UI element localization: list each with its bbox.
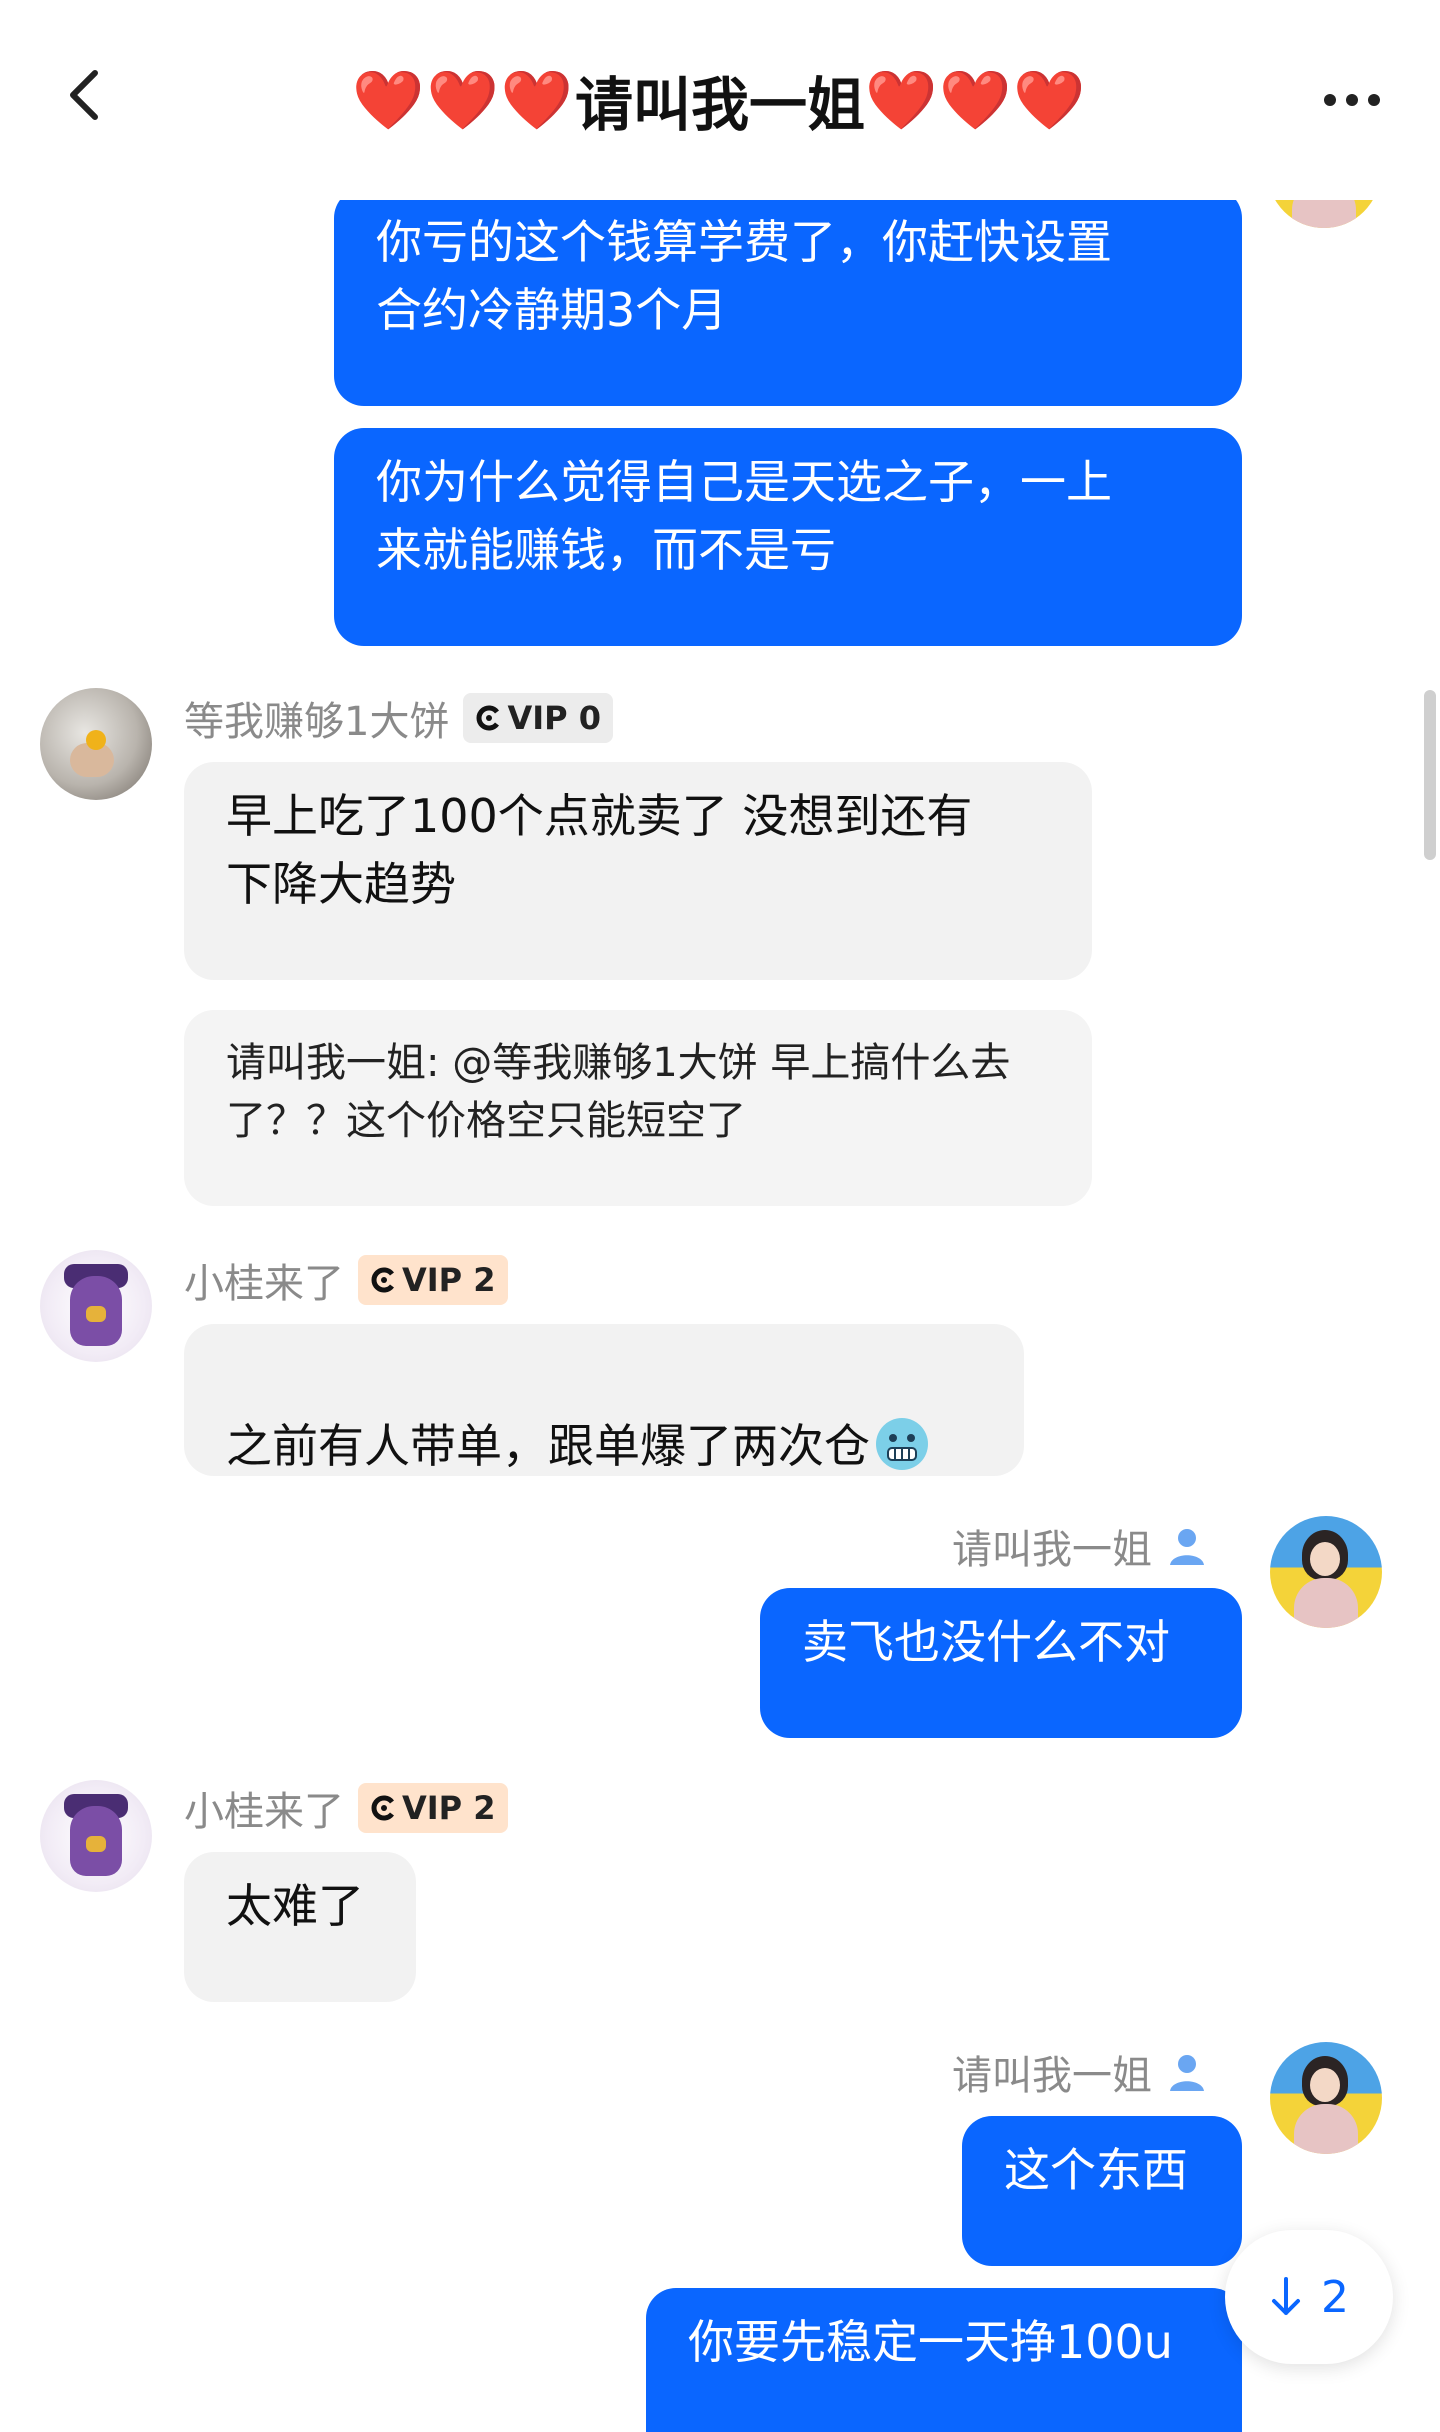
avatar-body: [1294, 2104, 1358, 2154]
title-name: 请叫我一姐: [574, 71, 865, 139]
message-bubble-incoming[interactable]: 早上吃了100个点就卖了 没想到还有 下降大趋势: [184, 762, 1092, 980]
avatar[interactable]: [1270, 1516, 1382, 1628]
avatar-gold: [86, 1836, 106, 1852]
avatar-body: [1294, 1578, 1358, 1628]
vip-badge[interactable]: VIP 2: [358, 1783, 508, 1833]
new-message-count: 2: [1321, 2271, 1349, 2323]
scrollbar-thumb[interactable]: [1424, 690, 1436, 860]
sender-name[interactable]: 请叫我一姐: [952, 1517, 1152, 1575]
sender-name[interactable]: 请叫我一姐: [952, 2043, 1152, 2101]
quoted-reply-bubble[interactable]: 请叫我一姐: @等我赚够1大饼 早上搞什么去 了？？这个价格空只能短空了: [184, 1010, 1092, 1206]
vip-icon: [370, 1266, 398, 1294]
user-icon: [1166, 1525, 1208, 1567]
avatar-gold: [86, 1306, 106, 1322]
more-dot: [1368, 94, 1380, 106]
chat-header: ❤️❤️❤️ 请叫我一姐 ❤️❤️❤️: [0, 0, 1440, 200]
message-text: 之前有人带单，跟单爆了两次仓: [226, 1419, 870, 1473]
avatar[interactable]: [40, 1250, 152, 1362]
vip-label: VIP 0: [507, 699, 601, 737]
title-hearts-left: ❤️❤️❤️: [352, 65, 575, 134]
jump-to-new-messages-button[interactable]: 2: [1225, 2230, 1393, 2364]
message-bubble-outgoing[interactable]: 你为什么觉得自己是天选之子，一上 来就能赚钱，而不是亏: [334, 428, 1242, 646]
avatar-coin: [86, 730, 106, 750]
more-button[interactable]: [1312, 70, 1392, 130]
back-button[interactable]: [50, 55, 120, 135]
message-bubble-incoming[interactable]: 之前有人带单，跟单爆了两次仓: [184, 1324, 1024, 1476]
more-dot: [1324, 94, 1336, 106]
vip-label: VIP 2: [402, 1261, 496, 1299]
title-hearts-right: ❤️❤️❤️: [865, 65, 1088, 134]
vip-icon: [475, 704, 503, 732]
avatar[interactable]: [1270, 2042, 1382, 2154]
message-bubble-outgoing[interactable]: 你亏的这个钱算学费了，你赶快设置 合约冷静期3个月: [334, 188, 1242, 406]
sender-row: 小桂来了 VIP 2: [184, 1780, 508, 1836]
vip-badge[interactable]: VIP 2: [358, 1255, 508, 1305]
sender-name[interactable]: 等我赚够1大饼: [184, 689, 449, 747]
sender-row: 请叫我一姐: [952, 1518, 1208, 1574]
avatar-face: [1310, 2068, 1340, 2102]
sender-name[interactable]: 小桂来了: [184, 1779, 344, 1837]
avatar[interactable]: [40, 1780, 152, 1892]
arrow-down-icon: [1272, 2277, 1300, 2315]
vip-label: VIP 2: [402, 1789, 496, 1827]
user-icon: [1166, 2051, 1208, 2093]
message-bubble-outgoing[interactable]: 卖飞也没什么不对: [760, 1588, 1242, 1738]
vip-icon: [370, 1794, 398, 1822]
more-dot: [1346, 94, 1358, 106]
message-bubble-outgoing[interactable]: 你要先稳定一天挣100u: [646, 2288, 1242, 2432]
sender-row: 小桂来了 VIP 2: [184, 1252, 508, 1308]
avatar-face: [1310, 1542, 1340, 1576]
sender-row: 请叫我一姐: [952, 2044, 1208, 2100]
message-bubble-incoming[interactable]: 太难了: [184, 1852, 416, 2002]
chat-title: ❤️❤️❤️ 请叫我一姐 ❤️❤️❤️: [200, 55, 1240, 145]
message-bubble-outgoing[interactable]: 这个东西: [962, 2116, 1242, 2266]
sender-name[interactable]: 小桂来了: [184, 1251, 344, 1309]
avatar[interactable]: [40, 688, 152, 800]
vip-badge[interactable]: VIP 0: [463, 693, 613, 743]
cold-face-emoji: [876, 1418, 928, 1470]
chevron-left-icon: [70, 70, 98, 120]
sender-row: 等我赚够1大饼 VIP 0: [184, 690, 613, 746]
